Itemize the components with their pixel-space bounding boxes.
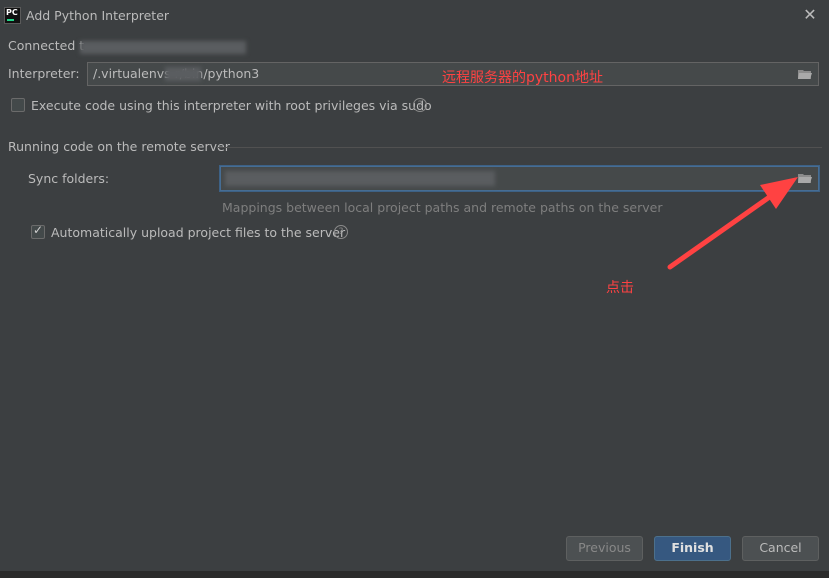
previous-button[interactable]: Previous: [566, 536, 643, 561]
auto-upload-checkbox[interactable]: [31, 223, 45, 239]
folder-browse-icon[interactable]: [798, 69, 812, 80]
help-icon[interactable]: ?: [334, 225, 348, 239]
connected-label: Connected t: [8, 38, 85, 53]
title-bar: PC Add Python Interpreter ✕: [0, 0, 829, 32]
help-icon[interactable]: ?: [413, 98, 427, 112]
section-divider: [218, 147, 822, 148]
pycharm-app-icon: PC: [4, 7, 21, 24]
annotation-arrow: [667, 177, 798, 270]
folder-browse-icon[interactable]: [798, 173, 812, 184]
window-bottom-edge: [0, 571, 829, 578]
remote-section-title: Running code on the remote server: [8, 139, 230, 154]
sync-folders-hint: Mappings between local project paths and…: [222, 200, 663, 215]
finish-button[interactable]: Finish: [654, 536, 731, 561]
cancel-button[interactable]: Cancel: [742, 536, 819, 561]
redacted-path: [165, 67, 201, 81]
interpreter-label: Interpreter:: [8, 66, 80, 81]
auto-upload-label: Automatically upload project files to th…: [51, 225, 346, 240]
click-annotation: 点击: [606, 280, 634, 296]
root-privileges-label: Execute code using this interpreter with…: [31, 98, 432, 113]
redacted-host: [80, 41, 246, 54]
close-icon[interactable]: ✕: [802, 5, 818, 25]
dialog-title: Add Python Interpreter: [26, 8, 170, 23]
root-privileges-checkbox[interactable]: [11, 98, 25, 112]
remote-path-annotation: 远程服务器的python地址: [442, 70, 603, 86]
sync-folders-label: Sync folders:: [28, 171, 110, 186]
redacted-sync-path: [225, 171, 495, 186]
